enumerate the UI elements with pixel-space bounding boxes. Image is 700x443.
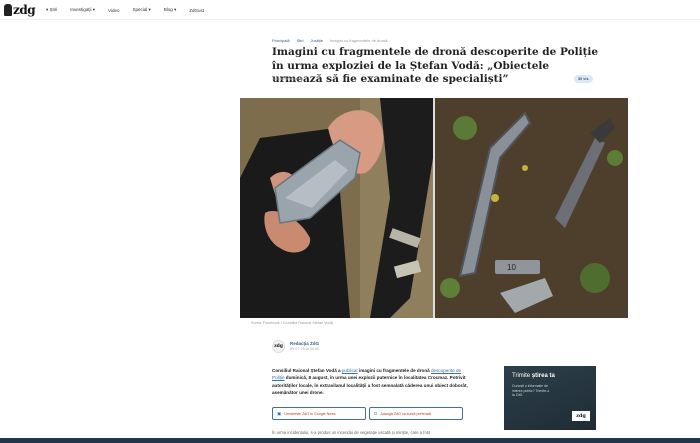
breadcrumb-home[interactable]: Principală [272, 38, 290, 43]
nav-item-zdgust[interactable]: ZdGust [189, 8, 204, 13]
google-news-label: Urmărește ZdG în Google News [284, 411, 336, 416]
preferred-source-button[interactable]: G Adaugă ZdG ca sursă preferată [369, 407, 463, 420]
bottom-bar [0, 438, 700, 443]
link-publicat[interactable]: publicat [342, 368, 358, 373]
photo-right-debris: 10 [435, 98, 628, 318]
article-photo[interactable]: 10 [240, 98, 628, 318]
promo-title: Trimite știrea ta [512, 373, 555, 379]
photo-caption: Sursa: Facebook / Consiliul Raional Ștef… [251, 321, 333, 325]
google-icon: G [374, 411, 378, 416]
photo-left-hand-fragment [240, 98, 433, 318]
google-news-icon: ▣ [277, 410, 282, 416]
top-navbar: zdg ▾ Știri Investigații ▾ Video Special… [0, 0, 700, 20]
promo-logo: zdg [572, 411, 590, 421]
dog-logo-icon [4, 3, 12, 16]
lead-text-2: imagini cu fragmentele de dronă [357, 368, 431, 373]
article-title: Imagini cu fragmentele de dronă descoper… [272, 46, 599, 85]
send-news-promo[interactable]: Trimite știrea ta Cunoști o informație d… [504, 366, 596, 430]
main-menu: ▾ Știri Investigații ▾ Video Special ▾ B… [46, 0, 217, 20]
site-logo[interactable]: zdg [4, 2, 36, 17]
nav-item-blog[interactable]: Blog ▾ [164, 7, 177, 13]
breadcrumb-justitie[interactable]: Justiție [310, 38, 322, 43]
google-news-button[interactable]: ▣ Urmărește ZdG în Google News [272, 407, 366, 420]
author-avatar: zdg [272, 340, 285, 353]
preferred-source-label: Adaugă ZdG ca sursă preferată [380, 411, 431, 416]
breadcrumb-current: Imagini cu fragmentele de dronă... [329, 38, 391, 43]
author-date: 09.07.25 la 00:00 [290, 347, 320, 351]
nav-item-investigatii[interactable]: Investigații ▾ [70, 7, 95, 13]
nav-item-video[interactable]: Video [108, 8, 119, 13]
views-badge: 30 viz. [574, 75, 594, 83]
promo-subtitle: Cunoști o informație de interes public? … [512, 384, 550, 398]
lead-text-3: duminică, 8 august, în urma unei explozi… [272, 375, 468, 396]
nav-item-special[interactable]: Special ▾ [132, 7, 150, 13]
logo-text: zdg [13, 2, 36, 17]
author-name[interactable]: Redacția ZdG [290, 341, 319, 346]
nav-item-stiri[interactable]: ▾ Știri [46, 7, 57, 13]
breadcrumb: Principală Știri Justiție Imagini cu fra… [272, 38, 391, 43]
breadcrumb-stiri[interactable]: Știri [297, 38, 304, 43]
svg-text:10: 10 [507, 263, 516, 272]
article-time: 34 minute in urmă [272, 77, 303, 81]
next-paragraph: În urma incidentului, s-a produs un ince… [272, 430, 431, 435]
article-lead: Consiliul Raional Ștefan Vodă a publicat… [272, 367, 470, 397]
lead-text-1: Consiliul Raional Ștefan Vodă a [272, 368, 342, 373]
